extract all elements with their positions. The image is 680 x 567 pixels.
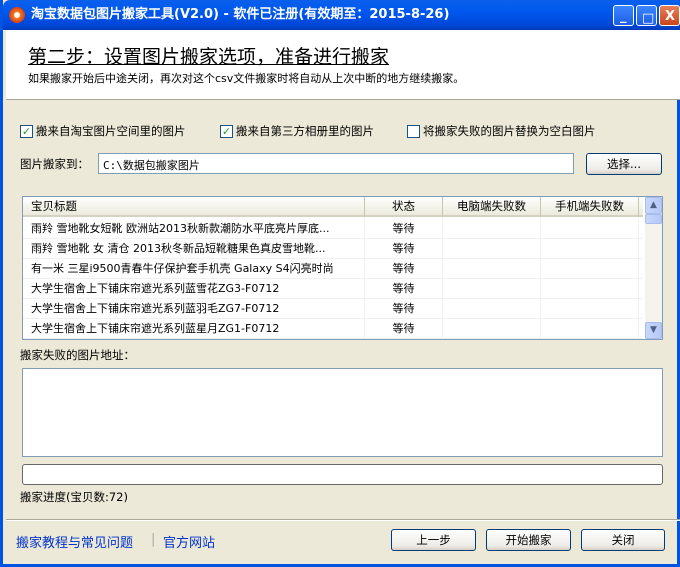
cell-pc-failed: [443, 279, 541, 299]
footer-divider: [6, 519, 680, 521]
table-header: 宝贝标题 状态 电脑端失败数 手机端失败数: [23, 197, 643, 217]
table-row[interactable]: 大学生宿舍上下铺床帘遮光系列蓝星月ZG1-F0712 等待: [23, 319, 643, 339]
cell-title: 有一米 三星i9500青春牛仔保护套手机壳 Galaxy S4闪亮时尚: [23, 259, 365, 279]
close-button[interactable]: 关闭: [581, 529, 665, 551]
progress-bar: [22, 464, 663, 485]
link-separator: |: [151, 532, 156, 547]
minimize-icon: _: [620, 9, 627, 24]
cell-title: 雨羚 雪地靴 女 清仓 2013秋冬新品短靴糖果色真皮雪地靴...: [23, 239, 365, 259]
checkbox-third-party[interactable]: ✓ 搬来自第三方相册里的图片: [220, 123, 374, 139]
scroll-thumb[interactable]: [645, 214, 662, 224]
cell-pc-failed: [443, 219, 541, 239]
column-header-mobile-failed[interactable]: 手机端失败数: [541, 197, 639, 217]
main-window: 淘宝数据包图片搬家工具(V2.0) - 软件已注册(有效期至：2015-8-26…: [0, 0, 680, 567]
checkbox-label: 搬来自淘宝图片空间里的图片: [36, 124, 186, 138]
maximize-button[interactable]: □: [636, 5, 657, 26]
checkbox-box[interactable]: [407, 124, 420, 138]
minimize-button[interactable]: _: [613, 5, 634, 26]
cell-status: 等待: [365, 319, 443, 339]
table-scrollbar[interactable]: ▲ ▼: [645, 197, 662, 339]
close-icon: X: [665, 9, 676, 24]
step-header: 第二步：设置图片搬家选项，准备进行搬家 如果搬家开始后中途关闭，再次对这个csv…: [6, 30, 680, 100]
column-header-status[interactable]: 状态: [365, 197, 443, 217]
checkbox-label: 搬来自第三方相册里的图片: [236, 124, 374, 138]
cell-status: 等待: [365, 299, 443, 319]
items-table: 宝贝标题 状态 电脑端失败数 手机端失败数 雨羚 雪地靴女短靴 欧洲站2013秋…: [22, 196, 663, 340]
cell-pc-failed: [443, 239, 541, 259]
checkbox-box[interactable]: ✓: [20, 124, 33, 138]
scroll-down-icon[interactable]: ▼: [645, 322, 662, 339]
checkbox-box[interactable]: ✓: [220, 124, 233, 138]
cell-mobile-failed: [541, 319, 639, 339]
path-label: 图片搬家到：: [20, 157, 89, 171]
close-window-button[interactable]: X: [659, 5, 680, 26]
page-subtitle: 如果搬家开始后中途关闭，再次对这个csv文件搬家时将自动从上次中断的地方继续搬家…: [28, 72, 465, 85]
title-bar: 淘宝数据包图片搬家工具(V2.0) - 软件已注册(有效期至：2015-8-26…: [3, 0, 680, 30]
cell-status: 等待: [365, 279, 443, 299]
browse-button[interactable]: 选择...: [586, 153, 662, 175]
scroll-up-icon[interactable]: ▲: [645, 197, 662, 214]
table-row[interactable]: 大学生宿舍上下铺床帘遮光系列蓝雪花ZG3-F0712 等待: [23, 279, 643, 299]
cell-pc-failed: [443, 319, 541, 339]
table-row[interactable]: 有一米 三星i9500青春牛仔保护套手机壳 Galaxy S4闪亮时尚 等待: [23, 259, 643, 279]
cell-mobile-failed: [541, 259, 639, 279]
column-header-pc-failed[interactable]: 电脑端失败数: [443, 197, 541, 217]
checkbox-taobao-space[interactable]: ✓ 搬来自淘宝图片空间里的图片: [20, 123, 186, 139]
app-icon: [9, 7, 25, 23]
cell-status: 等待: [365, 219, 443, 239]
cell-title: 大学生宿舍上下铺床帘遮光系列蓝羽毛ZG7-F0712: [23, 299, 365, 319]
table-row[interactable]: 雨羚 雪地靴 女 清仓 2013秋冬新品短靴糖果色真皮雪地靴... 等待: [23, 239, 643, 259]
cell-title: 雨羚 雪地靴女短靴 欧洲站2013秋新款潮防水平底亮片厚底...: [23, 219, 365, 239]
cell-title: 大学生宿舍上下铺床帘遮光系列蓝雪花ZG3-F0712: [23, 279, 365, 299]
cell-pc-failed: [443, 259, 541, 279]
checkbox-replace-blank[interactable]: 将搬家失败的图片替换为空白图片: [407, 123, 596, 139]
start-button[interactable]: 开始搬家: [486, 529, 571, 551]
cell-mobile-failed: [541, 239, 639, 259]
failed-urls-textarea[interactable]: [22, 368, 663, 457]
official-site-link[interactable]: 官方网站: [163, 532, 215, 551]
table-row[interactable]: 大学生宿舍上下铺床帘遮光系列蓝羽毛ZG7-F0712 等待: [23, 299, 643, 319]
checkbox-label: 将搬家失败的图片替换为空白图片: [423, 124, 596, 138]
table-row[interactable]: 雨羚 雪地靴女短靴 欧洲站2013秋新款潮防水平底亮片厚底... 等待: [23, 219, 643, 239]
cell-status: 等待: [365, 259, 443, 279]
path-input[interactable]: C:\数据包搬家图片: [98, 153, 574, 174]
prev-button[interactable]: 上一步: [391, 529, 476, 551]
page-title: 第二步：设置图片搬家选项，准备进行搬家: [28, 46, 390, 68]
cell-mobile-failed: [541, 299, 639, 319]
column-header-title[interactable]: 宝贝标题: [23, 197, 365, 217]
failed-label: 搬家失败的图片地址：: [20, 348, 135, 362]
cell-title: 大学生宿舍上下铺床帘遮光系列蓝星月ZG1-F0712: [23, 319, 365, 339]
cell-mobile-failed: [541, 279, 639, 299]
window-title: 淘宝数据包图片搬家工具(V2.0) - 软件已注册(有效期至：2015-8-26…: [31, 7, 450, 22]
cell-pc-failed: [443, 299, 541, 319]
cell-mobile-failed: [541, 219, 639, 239]
progress-label: 搬家进度(宝贝数:72): [20, 490, 128, 504]
help-link[interactable]: 搬家教程与常见问题: [16, 532, 133, 551]
cell-status: 等待: [365, 239, 443, 259]
